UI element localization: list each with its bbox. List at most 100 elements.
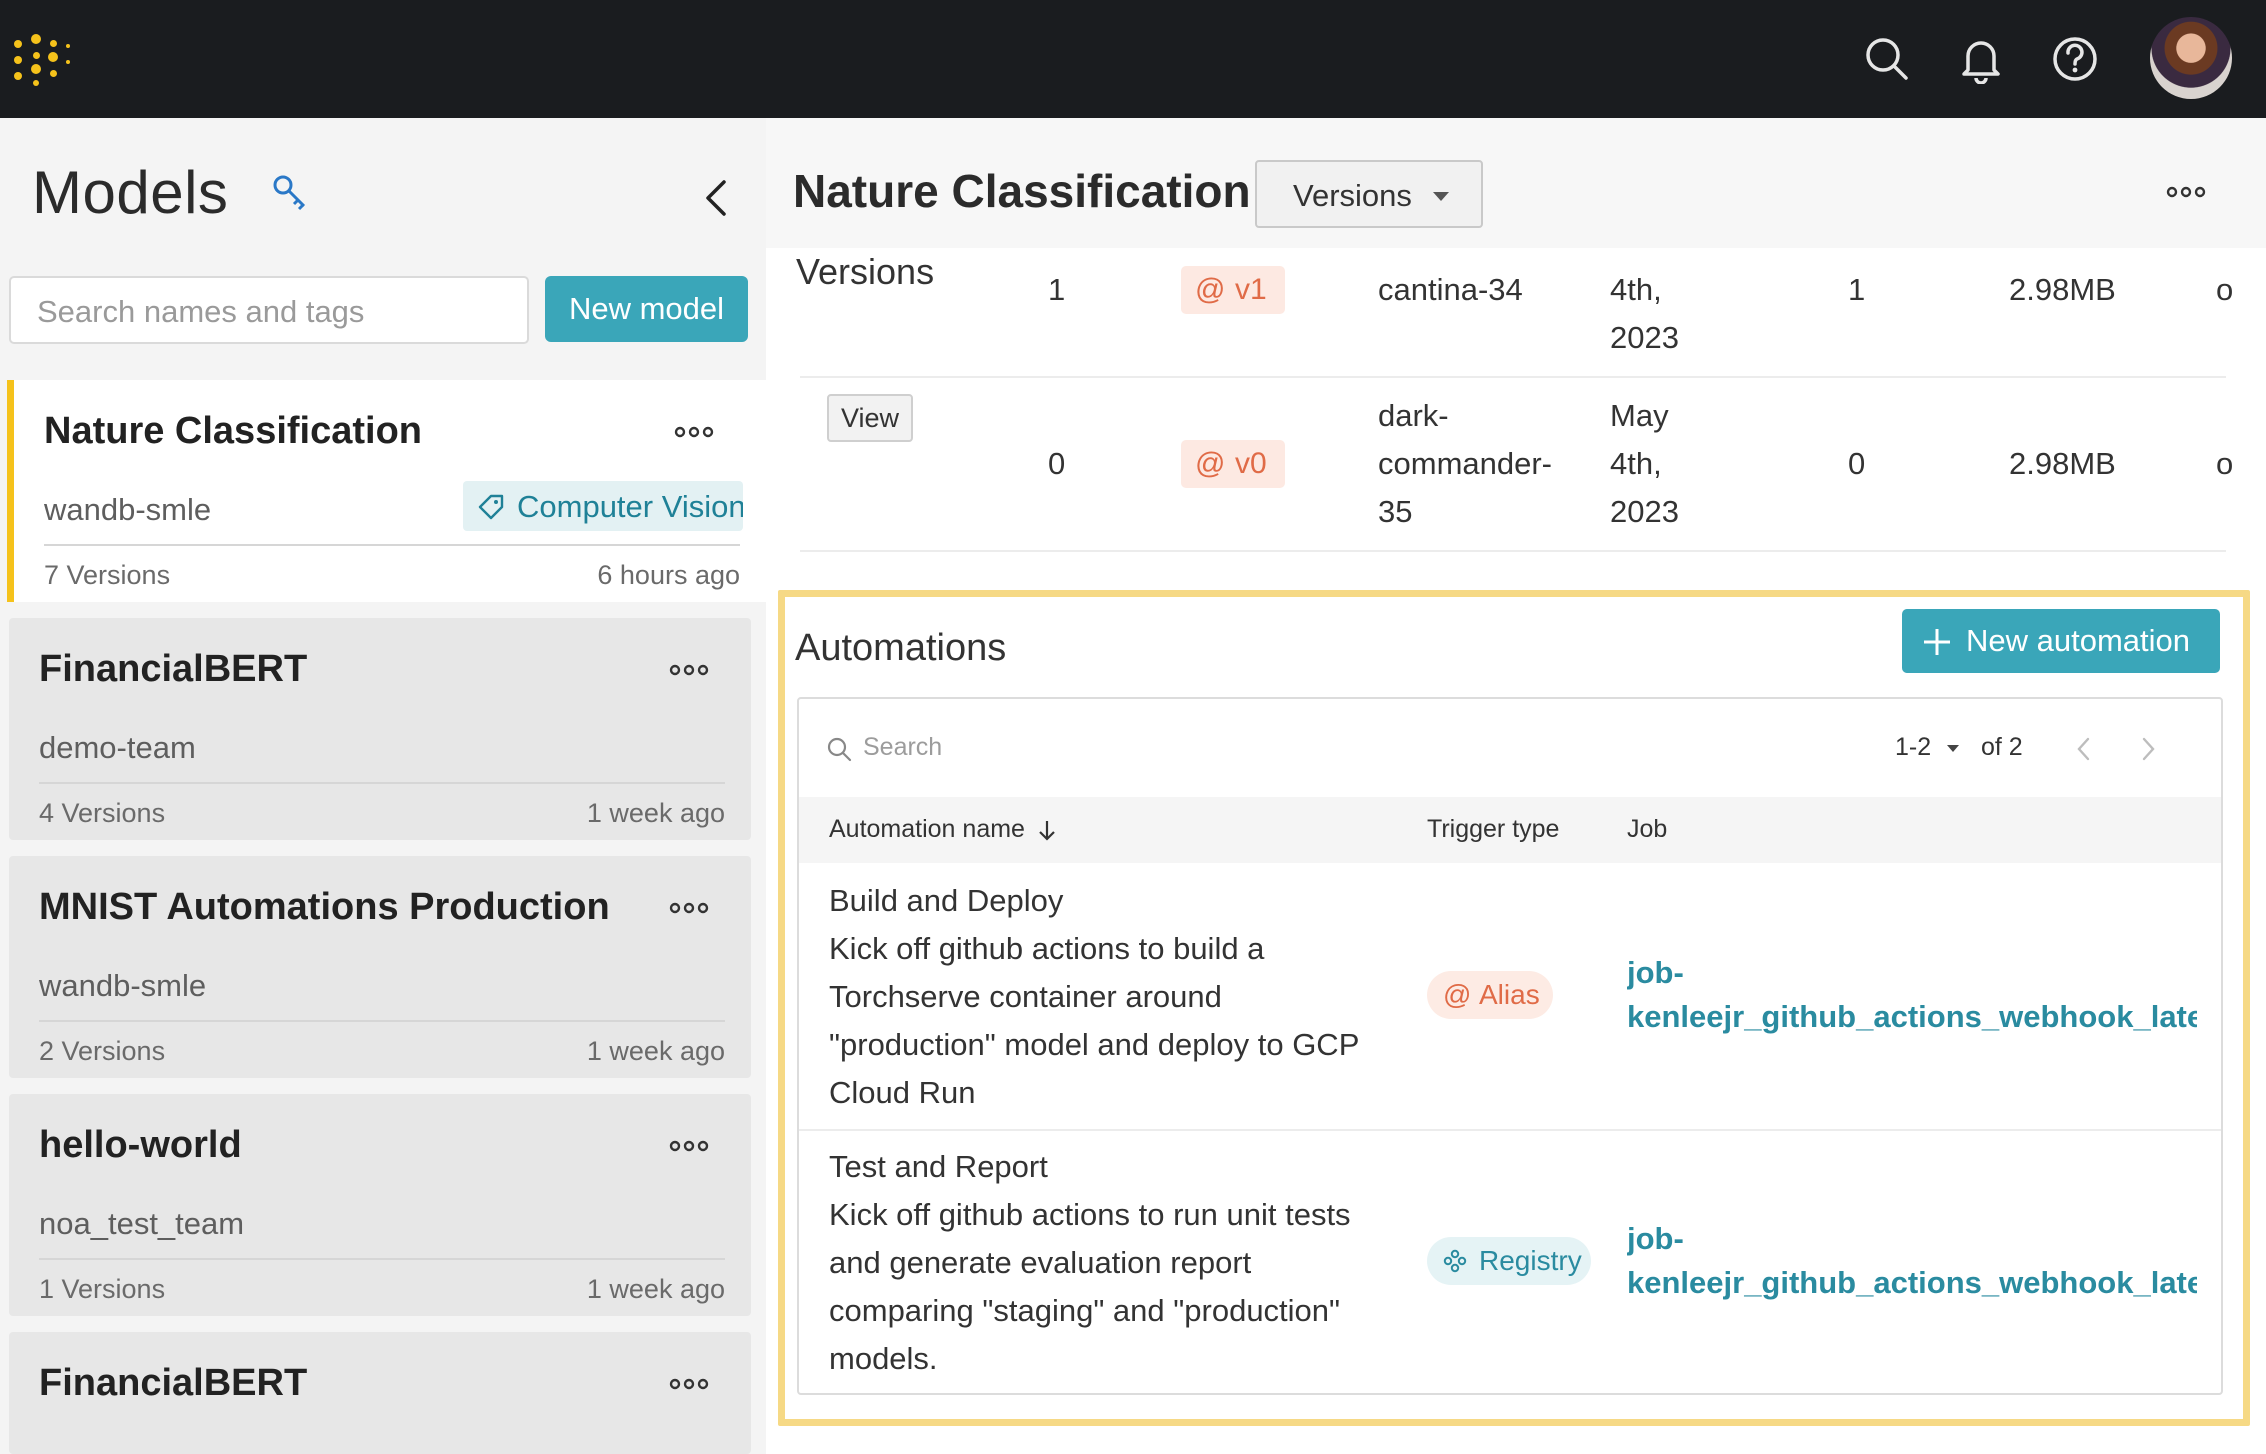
automation-description-line: Kick off github actions to run unit test… — [829, 1197, 1351, 1232]
version-date: 4th, — [1610, 446, 1662, 481]
version-date: 2023 — [1610, 320, 1679, 355]
model-card-financialbert[interactable]: FinancialBERT demo-team 4 Versions 1 wee… — [9, 618, 751, 840]
version-run-name[interactable]: dark- — [1378, 392, 1449, 440]
version-extra: o — [2216, 446, 2234, 481]
search-icon[interactable] — [1862, 34, 1912, 84]
sort-arrow-down-icon[interactable] — [1037, 819, 1057, 843]
automation-name: Build and Deploy — [829, 883, 1064, 918]
version-run-name[interactable]: cantina-34 — [1378, 266, 1523, 314]
automation-description-line: Cloud Run — [829, 1075, 976, 1110]
trigger-type-badge: @ Alias — [1427, 971, 1553, 1019]
model-card-hello-world[interactable]: hello-world noa_test_team 1 Versions 1 w… — [9, 1094, 751, 1316]
model-updated-time: 1 week ago — [586, 1036, 725, 1066]
model-name: hello-world — [39, 1124, 242, 1166]
versions-section-label: Versions — [796, 251, 935, 292]
more-options-icon[interactable] — [669, 664, 709, 676]
chevron-down-icon — [1433, 192, 1449, 201]
wandb-logo-icon[interactable] — [14, 34, 70, 86]
version-alias-chip[interactable]: @ v1 — [1181, 266, 1285, 314]
version-date: 2023 — [1610, 494, 1679, 529]
top-nav-bar — [0, 0, 2266, 118]
search-models-input[interactable]: Search names and tags — [9, 276, 529, 344]
automations-section: Automations New automation Search 1-2 of… — [778, 590, 2250, 1426]
model-name: MNIST Automations Production — [39, 886, 610, 928]
column-header-trigger-type[interactable]: Trigger type — [1427, 815, 1559, 844]
automations-search-input[interactable]: Search — [863, 733, 942, 762]
model-name: FinancialBERT — [39, 1362, 308, 1404]
at-icon: @ — [1195, 273, 1226, 306]
user-avatar[interactable] — [2150, 17, 2232, 99]
view-version-button[interactable]: View — [827, 394, 913, 442]
search-icon — [825, 735, 853, 763]
version-size: 2.98MB — [2009, 446, 2116, 481]
model-versions-count: 4 Versions — [39, 798, 166, 828]
key-icon[interactable] — [270, 172, 310, 212]
automation-name: Test and Report — [829, 1149, 1048, 1184]
model-team: noa_test_team — [39, 1206, 245, 1241]
model-name: Nature Classification — [44, 410, 422, 452]
models-sidebar: Models Search names and tags New model N… — [0, 118, 766, 1454]
at-icon: @ — [1443, 979, 1472, 1010]
version-alias-chip[interactable]: @ v0 — [1181, 440, 1285, 488]
table-row[interactable]: Test and Report Kick off github actions … — [799, 1131, 2221, 1393]
chevron-left-icon[interactable] — [2071, 735, 2097, 763]
column-header-automation-name[interactable]: Automation name — [829, 815, 1025, 844]
version-date: 4th, — [1610, 272, 1662, 307]
column-header-job[interactable]: Job — [1627, 815, 1667, 844]
card-divider — [39, 1020, 725, 1022]
more-options-icon[interactable] — [669, 902, 709, 914]
view-select-label: Versions — [1293, 178, 1412, 213]
automations-table: Search 1-2 of 2 Automation name Trigger … — [797, 697, 2223, 1395]
version-index: 1 — [1048, 272, 1066, 307]
more-options-icon[interactable] — [2166, 186, 2206, 198]
version-run-name[interactable]: 35 — [1378, 488, 1412, 536]
version-run-name[interactable]: commander- — [1378, 440, 1552, 488]
trigger-type-label: Registry — [1479, 1245, 1582, 1276]
version-extra: o — [2216, 272, 2234, 307]
sidebar-title: Models — [32, 159, 229, 226]
plus-icon — [1922, 627, 1952, 657]
pager-range-select[interactable]: 1-2 — [1895, 733, 1931, 762]
version-size: 2.98MB — [2009, 272, 2116, 307]
collapse-sidebar-icon[interactable] — [696, 176, 736, 220]
view-select-dropdown[interactable]: Versions — [1255, 160, 1483, 228]
alias-label: v0 — [1235, 447, 1267, 480]
model-tag[interactable]: Computer Vision — [463, 481, 743, 531]
at-icon: @ — [1195, 447, 1226, 480]
new-model-button[interactable]: New model — [545, 276, 748, 342]
model-name: FinancialBERT — [39, 648, 308, 690]
tag-icon — [477, 493, 505, 521]
chevron-right-icon[interactable] — [2135, 735, 2161, 763]
model-updated-time: 6 hours ago — [597, 560, 740, 590]
model-updated-time: 1 week ago — [586, 1274, 725, 1304]
trigger-type-label: Alias — [1479, 979, 1540, 1010]
model-card-mnist-automations-production[interactable]: MNIST Automations Production wandb-smle … — [9, 856, 751, 1078]
job-link[interactable]: job- — [1627, 951, 2197, 995]
job-link[interactable]: kenleejr_github_actions_webhook_latest — [1627, 995, 2197, 1039]
more-options-icon[interactable] — [674, 426, 714, 438]
model-header: Nature Classification Versions — [766, 118, 2266, 248]
model-versions-count: 7 Versions — [44, 560, 171, 590]
bell-icon[interactable] — [1956, 34, 2006, 84]
job-link[interactable]: kenleejr_github_actions_webhook_latest — [1627, 1261, 2197, 1305]
automation-description-line: and generate evaluation report — [829, 1245, 1252, 1280]
new-automation-button[interactable]: New automation — [1902, 609, 2220, 673]
more-options-icon[interactable] — [669, 1140, 709, 1152]
more-options-icon[interactable] — [669, 1378, 709, 1390]
model-card-financialbert-2[interactable]: FinancialBERT — [9, 1332, 751, 1454]
version-index: 0 — [1048, 446, 1066, 481]
table-row[interactable]: Build and Deploy Kick off github actions… — [799, 863, 2221, 1129]
version-count: 0 — [1848, 446, 1866, 481]
model-card-nature-classification[interactable]: Nature Classification wandb-smle Compute… — [7, 380, 766, 602]
automation-description-line: Kick off github actions to build a — [829, 931, 1265, 966]
registry-icon — [1443, 1249, 1467, 1273]
card-divider — [39, 1258, 725, 1260]
model-updated-time: 1 week ago — [586, 798, 725, 828]
help-icon[interactable] — [2050, 34, 2100, 84]
automations-title: Automations — [795, 627, 1007, 669]
trigger-type-badge: Registry — [1427, 1237, 1591, 1285]
job-link[interactable]: job- — [1627, 1217, 2197, 1261]
automation-description-line: models. — [829, 1341, 938, 1376]
model-title: Nature Classification — [793, 165, 1251, 217]
pager-total: of 2 — [1981, 733, 2023, 761]
